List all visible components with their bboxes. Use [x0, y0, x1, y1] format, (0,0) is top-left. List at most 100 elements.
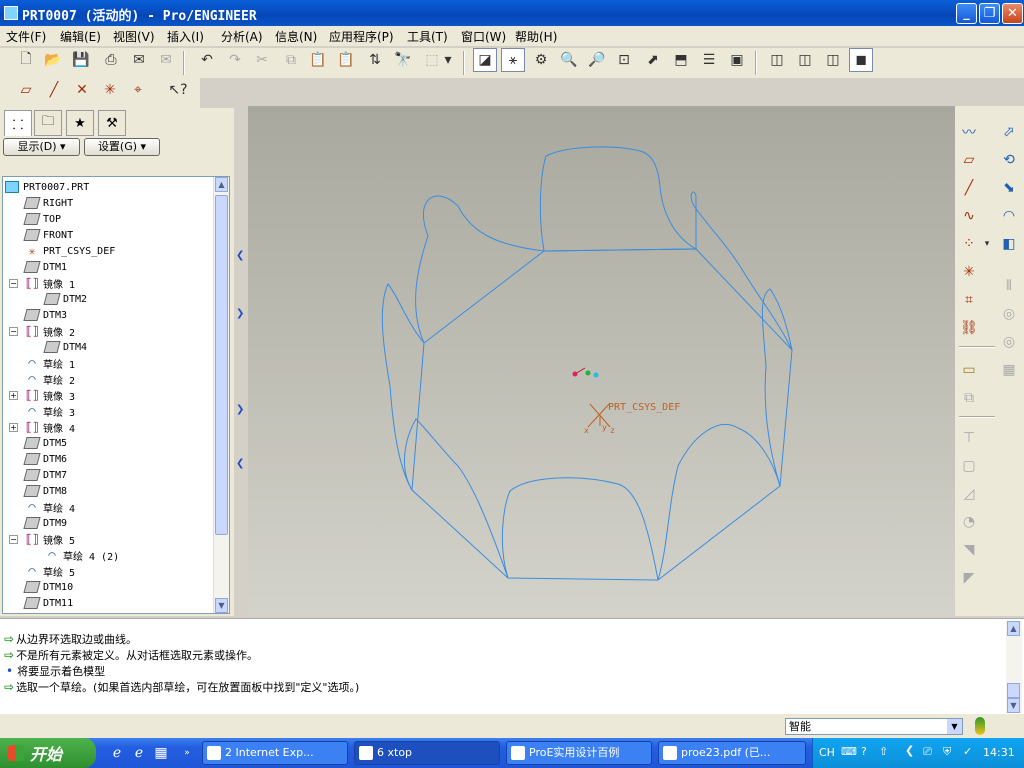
- ie-icon[interactable]: ℯ: [108, 744, 126, 762]
- chamfer-icon[interactable]: ◥: [957, 538, 981, 562]
- redo-icon[interactable]: ↷: [223, 48, 247, 72]
- expand-icon[interactable]: +: [9, 423, 18, 432]
- trim-icon[interactable]: ◎: [997, 330, 1021, 354]
- datum-analysis-icon[interactable]: ⌗: [957, 288, 981, 312]
- hole-icon[interactable]: ⬀: [997, 120, 1021, 144]
- datum-axis-icon[interactable]: ╱: [957, 176, 981, 200]
- shell-icon[interactable]: ▢: [957, 454, 981, 478]
- tree-item[interactable]: ◠ 草绘 5: [25, 563, 75, 579]
- save-icon[interactable]: 💾: [69, 48, 93, 72]
- panel-sash[interactable]: ❮ ❯ ❯ ❮: [234, 108, 248, 616]
- csys-display-icon[interactable]: ✳: [98, 78, 122, 102]
- tree-item[interactable]: DTM7: [23, 467, 67, 483]
- menu-file[interactable]: 文件(F): [6, 28, 46, 45]
- regenerate-icon[interactable]: ⇅: [363, 48, 387, 72]
- scroll-thumb[interactable]: [215, 195, 228, 535]
- zoom-in-icon[interactable]: 🔍: [557, 48, 581, 72]
- scroll-up-icon[interactable]: ▲: [1007, 621, 1020, 636]
- view-manager-icon[interactable]: ▣: [725, 48, 749, 72]
- fill-icon[interactable]: ◧: [997, 232, 1021, 256]
- tree-item[interactable]: ◠ 草绘 1: [25, 355, 75, 371]
- no-hidden-icon[interactable]: ◫: [821, 48, 845, 72]
- tree-item[interactable]: DTM4: [43, 339, 87, 355]
- paste-icon[interactable]: 📋: [306, 48, 330, 72]
- tree-item[interactable]: TOP: [23, 211, 61, 227]
- tree-item[interactable]: ⟦⟧ 镜像 1: [25, 275, 75, 291]
- datum-point-icon[interactable]: ⁘: [957, 232, 981, 256]
- tree-item[interactable]: ⟦⟧ 镜像 5: [25, 531, 75, 547]
- maximize-button[interactable]: ❐: [979, 3, 1000, 24]
- expand-icon[interactable]: +: [9, 391, 18, 400]
- wireframe-icon[interactable]: ◫: [765, 48, 789, 72]
- tree-item[interactable]: DTM10: [23, 579, 73, 595]
- chevron-left-icon[interactable]: ❮: [236, 458, 244, 469]
- copy-icon[interactable]: ⧉: [279, 48, 303, 72]
- tree-item[interactable]: FRONT: [23, 227, 73, 243]
- tree-item[interactable]: DTM11: [23, 595, 73, 611]
- collapse-icon[interactable]: −: [9, 327, 18, 336]
- place-icon[interactable]: ▭: [957, 358, 981, 382]
- menu-view[interactable]: 视图(V): [113, 28, 155, 45]
- taskbar-task[interactable]: ProE实用设计百例: [506, 741, 652, 765]
- tree-item[interactable]: PRT0007.PRT: [5, 179, 89, 195]
- orient-mode-icon[interactable]: ⚙: [529, 48, 553, 72]
- annotation-display-icon[interactable]: ⌖: [126, 78, 150, 102]
- copy-feature-icon[interactable]: ⧉: [957, 386, 981, 410]
- scroll-down-icon[interactable]: ▼: [1007, 698, 1020, 713]
- new-file-icon[interactable]: 🗋: [14, 48, 38, 72]
- message-scrollbar[interactable]: ▲ ▼: [1006, 621, 1022, 713]
- tree-item[interactable]: DTM9: [23, 515, 67, 531]
- menu-analysis[interactable]: 分析(A): [221, 28, 263, 45]
- keyboard-icon[interactable]: ⌨: [841, 745, 857, 758]
- tree-item[interactable]: ⟦⟧ 镜像 4: [25, 419, 75, 435]
- taskbar-task[interactable]: proe23.pdf (已...: [658, 741, 806, 765]
- menu-window[interactable]: 窗口(W): [461, 28, 506, 45]
- tree-item[interactable]: DTM8: [23, 483, 67, 499]
- spin-center-icon[interactable]: ⚹: [501, 48, 525, 72]
- repaint-icon[interactable]: ◪: [473, 48, 497, 72]
- chevron-right-icon[interactable]: ❯: [236, 404, 244, 415]
- sweep-icon[interactable]: ⬊: [997, 176, 1021, 200]
- find-icon[interactable]: 🔭: [391, 48, 415, 72]
- revolve-icon[interactable]: ⟲: [997, 148, 1021, 172]
- reorient-icon[interactable]: ⬈: [641, 48, 665, 72]
- chevron-down-icon[interactable]: ▾: [981, 232, 993, 256]
- round-icon[interactable]: ◔: [957, 510, 981, 534]
- undo-icon[interactable]: ↶: [195, 48, 219, 72]
- open-folder-icon[interactable]: 📂: [41, 48, 65, 72]
- tree-item[interactable]: ◠ 草绘 4: [25, 499, 75, 515]
- datum-point-display-icon[interactable]: ✕: [70, 78, 94, 102]
- collapse-icon[interactable]: −: [9, 279, 18, 288]
- datum-plane-icon[interactable]: ▱: [957, 148, 981, 172]
- datum-plane-display-icon[interactable]: ▱: [14, 78, 38, 102]
- shield-icon[interactable]: ✓: [963, 745, 972, 758]
- menu-help[interactable]: 帮助(H): [515, 28, 557, 45]
- menu-info[interactable]: 信息(N): [275, 28, 317, 45]
- minimize-button[interactable]: _: [956, 3, 977, 24]
- print-icon[interactable]: ⎙: [99, 48, 123, 72]
- email-icon[interactable]: ✉: [127, 48, 151, 72]
- tab-model-tree[interactable]: ⸬: [4, 110, 32, 136]
- scroll-up-icon[interactable]: ▲: [215, 177, 228, 192]
- tree-item[interactable]: DTM3: [23, 307, 67, 323]
- tree-item[interactable]: DTM2: [43, 291, 87, 307]
- start-button[interactable]: 开始: [0, 738, 96, 768]
- taskbar-task[interactable]: 6 xtop: [354, 741, 500, 765]
- scroll-down-icon[interactable]: ▼: [215, 598, 228, 613]
- tray-arrow-icon[interactable]: ⇧: [879, 745, 888, 758]
- datum-curve-icon[interactable]: ∿: [957, 204, 981, 228]
- menu-insert[interactable]: 插入(I): [167, 28, 204, 45]
- datum-csys-icon[interactable]: ✳: [957, 260, 981, 284]
- menu-tools[interactable]: 工具(T): [407, 28, 448, 45]
- clock[interactable]: 14:31: [983, 746, 1015, 759]
- layers-icon[interactable]: ☰: [697, 48, 721, 72]
- rib-icon[interactable]: ⊤: [957, 426, 981, 450]
- context-help-icon[interactable]: ↖?: [166, 78, 190, 102]
- collapse-icon[interactable]: −: [9, 535, 18, 544]
- saved-views-icon[interactable]: ⬒: [669, 48, 693, 72]
- chevron-right-icon[interactable]: ❯: [236, 308, 244, 319]
- tree-item[interactable]: ◠ 草绘 4 (2): [45, 547, 119, 563]
- scroll-thumb[interactable]: [1007, 683, 1020, 698]
- close-button[interactable]: ✕: [1002, 3, 1023, 24]
- ie-icon[interactable]: ℯ: [130, 744, 148, 762]
